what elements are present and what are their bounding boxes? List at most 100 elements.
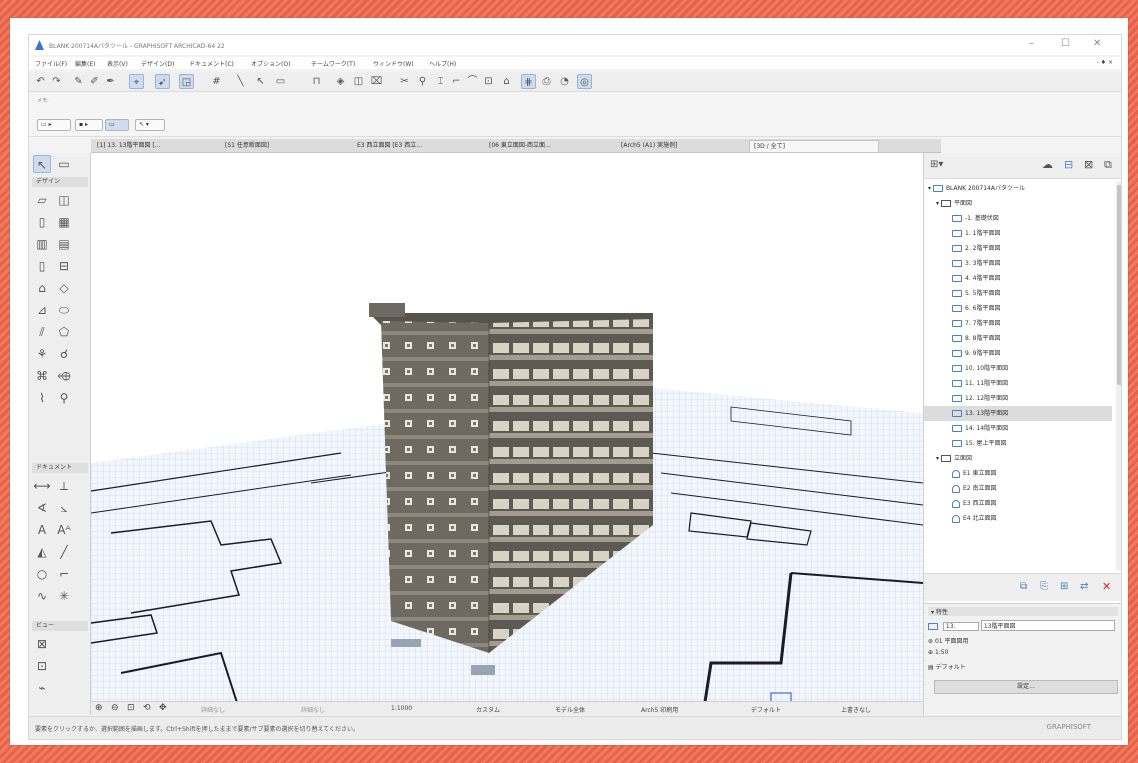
inject-icon[interactable]: ✒ <box>103 74 118 89</box>
nav-elevation[interactable]: E2 南立面図 <box>924 481 1112 496</box>
elevation-tool-icon[interactable]: ⊡ <box>33 657 51 675</box>
view-option-2[interactable]: 詳細なし <box>301 705 325 714</box>
detail-tool-icon[interactable]: ⌁ <box>33 679 51 697</box>
stair-line-icon[interactable]: ⌇ <box>33 389 51 407</box>
navigator-scrollbar[interactable] <box>1116 181 1121 571</box>
grid-icon[interactable]: # <box>209 74 224 89</box>
wall-tool-icon[interactable]: ▱ <box>33 191 51 209</box>
menu-help[interactable]: ヘルプ(H) <box>429 59 456 68</box>
nav-elevation[interactable]: E3 西立面図 <box>924 496 1112 511</box>
redo-icon[interactable]: ↷ <box>49 74 64 89</box>
corner-icon[interactable]: ⌐ <box>449 74 464 89</box>
pen-selector[interactable]: ▪ ▸ <box>75 119 103 131</box>
roof-tool-icon[interactable]: ⌂ <box>33 279 51 297</box>
orbit-icon[interactable]: ⟲ <box>143 703 151 713</box>
label-tool-icon[interactable]: Aᴬ <box>55 521 73 539</box>
menu-window-controls[interactable]: - ♦ × <box>1097 59 1113 66</box>
override-dropdown[interactable]: 上書きなし <box>841 705 871 714</box>
ungroup-icon[interactable]: ◫ <box>351 74 366 89</box>
arrow-tool-icon[interactable]: ➹ <box>155 74 170 89</box>
nav-floor-plan[interactable]: 3. 3階平面図 <box>924 256 1112 271</box>
pin-icon[interactable]: ⚲ <box>55 389 73 407</box>
zoom-in-icon[interactable]: ⊕ <box>95 703 103 713</box>
layer-combination-dropdown[interactable]: カスタム <box>476 705 500 714</box>
pan-icon[interactable]: ✥ <box>159 703 167 713</box>
nav-floor-plan[interactable]: 9. 9階平面図 <box>924 346 1112 361</box>
nav-elevation[interactable]: E4 北立面図 <box>924 511 1112 526</box>
object-tool-icon[interactable]: ⚘ <box>33 345 51 363</box>
delete-icon[interactable]: ✕ <box>1102 580 1111 593</box>
toolbox-category-view[interactable]: ビュー <box>32 621 88 631</box>
model-view-dropdown[interactable]: モデル全体 <box>555 705 585 714</box>
menu-teamwork[interactable]: チームワーク(T) <box>311 59 355 68</box>
tab-elevation-06[interactable]: [06 東立面図-西立面... <box>485 140 613 152</box>
nav-floor-plan[interactable]: -1. 基礎伏図 <box>924 211 1112 226</box>
tab-layout-arch5[interactable]: [Arch5 (A1) 実施例] <box>617 140 745 152</box>
trace-icon[interactable]: ⋕ <box>521 74 536 89</box>
offset-icon[interactable]: ⊡ <box>481 74 496 89</box>
nav-floor-plan[interactable]: 11. 11階平面図 <box>924 376 1112 391</box>
railing-tool-icon[interactable]: ⫽ <box>33 323 51 341</box>
properties-default-row[interactable]: ▤ デフォルト <box>928 662 966 671</box>
nav-folder-elevations[interactable]: ▾ 立面図 <box>924 451 1112 466</box>
clone-icon[interactable]: ⎘ <box>1040 581 1048 592</box>
skylight-icon[interactable]: ⊿ <box>33 301 51 319</box>
nav-floor-plan[interactable]: 1. 1階平面図 <box>924 226 1112 241</box>
minimize-button[interactable]: – <box>1029 38 1034 49</box>
cloud-icon[interactable]: ☁ <box>1042 158 1053 171</box>
maximize-button[interactable]: ☐ <box>1061 38 1070 49</box>
tab-floor-plan-13[interactable]: [1] 13. 13階平面図 [... <box>93 140 217 152</box>
toolbox-category-design[interactable]: デザイン <box>32 177 88 187</box>
3d-view-icon[interactable]: ◎ <box>577 74 592 89</box>
properties-layer-row[interactable]: ⊛ 01 平面図用 <box>928 636 968 645</box>
menu-edit[interactable]: 編集(E) <box>75 59 95 68</box>
morph-tool-icon[interactable]: ⬠ <box>55 323 73 341</box>
polyline-tool-icon[interactable]: ⌐ <box>55 565 73 583</box>
nav-floor-plan[interactable]: 10. 10階平面図 <box>924 361 1112 376</box>
shell-tool-icon[interactable]: ◇ <box>55 279 73 297</box>
suspend-icon[interactable]: ⌧ <box>369 74 384 89</box>
line-tool-icon[interactable]: ╱ <box>55 543 73 561</box>
stair-tool-icon[interactable]: ⊟ <box>55 257 73 275</box>
menu-window[interactable]: ウィンドウ(W) <box>373 59 414 68</box>
navigator-menu-icon[interactable]: ⊞▾ <box>930 159 943 170</box>
nav-floor-plan[interactable]: 5. 5階平面図 <box>924 286 1112 301</box>
pen-set-dropdown[interactable]: Arch5 印刷用 <box>641 705 678 714</box>
project-map-icon[interactable]: ⊟ <box>1064 158 1073 171</box>
layer-selector[interactable]: ▭ ▸ <box>37 119 71 131</box>
3d-viewport[interactable] <box>91 153 923 715</box>
rectangle-icon[interactable]: ▭ <box>273 74 288 89</box>
nav-floor-plan-selected[interactable]: 13. 13階平面図 <box>924 406 1112 421</box>
eyedropper-icon[interactable]: ✎ <box>71 74 86 89</box>
beam-tool-icon[interactable]: ▤ <box>55 235 73 253</box>
fit-icon[interactable]: ⊡ <box>127 703 135 713</box>
line-icon[interactable]: ╲ <box>233 74 248 89</box>
tab-elevation-e3[interactable]: E3 西立面図 [E3 西立... <box>353 140 481 152</box>
undo-icon[interactable]: ↶ <box>33 74 48 89</box>
group-icon[interactable]: ◈ <box>333 74 348 89</box>
nav-floor-plan[interactable]: 15. 屋上平面図 <box>924 436 1112 451</box>
settings-button[interactable]: 設定... <box>934 680 1118 694</box>
tab-3d-all[interactable]: [3D / 全て] <box>749 140 879 152</box>
arrow-selector[interactable]: ↖ ▾ <box>135 119 165 131</box>
marquee-icon[interactable]: ▭ <box>55 155 73 173</box>
view-map-icon[interactable]: ⊠ <box>1084 158 1093 171</box>
pen-icon[interactable]: ✐ <box>87 74 102 89</box>
column-tool-icon[interactable]: ▥ <box>33 235 51 253</box>
view-option-1[interactable]: 詳細なし <box>201 705 225 714</box>
slab-tool-icon[interactable]: ▯ <box>33 257 51 275</box>
cursor-icon[interactable]: ↖ <box>253 74 268 89</box>
dimension-dropdown[interactable]: デフォルト <box>751 705 781 714</box>
globe-icon[interactable]: ◔ <box>557 74 572 89</box>
layer-icon[interactable]: ◲ <box>179 74 194 89</box>
circle-tool-icon[interactable]: ○ <box>33 565 51 583</box>
mesh-tool-icon[interactable]: ⬭ <box>55 301 73 319</box>
curtain-wall-icon[interactable]: ▦ <box>55 213 73 231</box>
new-view-icon[interactable]: ⧉ <box>1020 581 1027 592</box>
properties-header[interactable]: ▾ 特性 <box>928 607 1118 616</box>
zoom-icon[interactable]: ⚲ <box>415 74 430 89</box>
hotspot-icon[interactable]: ✳ <box>55 587 73 605</box>
align-icon[interactable]: ⌶ <box>433 74 448 89</box>
menu-file[interactable]: ファイル(F) <box>35 59 67 68</box>
toolbox-category-document[interactable]: ドキュメント <box>32 463 88 473</box>
